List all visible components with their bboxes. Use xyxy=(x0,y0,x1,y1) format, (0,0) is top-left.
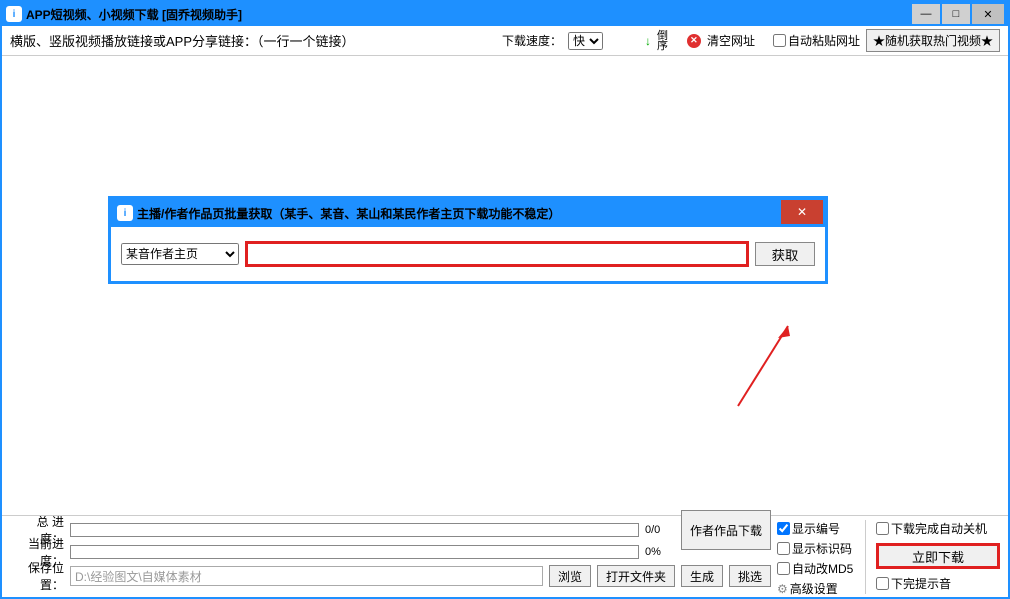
auto-paste-checkbox[interactable]: 自动粘贴网址 xyxy=(773,32,860,49)
save-path-field[interactable]: D:\经验图文\自媒体素材 xyxy=(70,566,543,586)
dialog-titlebar: i 主播/作者作品页批量获取（某手、某音、某山和某民作者主页下载功能不稳定） ✕ xyxy=(111,199,825,227)
download-now-button[interactable]: 立即下载 xyxy=(876,543,1000,569)
auto-md5-checkbox[interactable]: 自动改MD5 xyxy=(777,560,855,577)
window-title: APP短视频、小视频下载 [固乔视频助手] xyxy=(26,6,910,23)
fetch-button[interactable]: 获取 xyxy=(755,242,815,266)
dialog-body: 某音作者主页 获取 xyxy=(111,227,825,281)
save-path-label: 保存位置： xyxy=(10,559,64,593)
dialog-title: 主播/作者作品页批量获取（某手、某音、某山和某民作者主页下载功能不稳定） xyxy=(137,205,781,222)
dialog-icon: i xyxy=(117,205,133,221)
url-input[interactable] xyxy=(245,241,749,267)
options-panel: 显示编号 显示标识码 自动改MD5 ⚙高级设置 xyxy=(777,520,855,593)
toolbar: 横版、竖版视频播放链接或APP分享链接：（一行一个链接） 下载速度： 快 ↓ 倒… xyxy=(2,26,1008,56)
x-circle-icon: ✕ xyxy=(687,34,701,48)
progress-panel: 总 进 度： 0/0 作者作品下载 当前进度： 0% 保存位置： D:\经验图文… xyxy=(10,520,771,593)
total-progress-value: 0/0 xyxy=(645,524,675,536)
random-videos-button[interactable]: ★随机获取热门视频★ xyxy=(866,29,1000,52)
gear-icon: ⚙ xyxy=(777,582,788,596)
sound-after-checkbox[interactable]: 下完提示音 xyxy=(876,575,1000,592)
current-progress-bar xyxy=(70,545,639,559)
current-progress-value: 0% xyxy=(645,546,675,558)
shutdown-after-checkbox[interactable]: 下载完成自动关机 xyxy=(876,520,1000,537)
main-area: i 主播/作者作品页批量获取（某手、某音、某山和某民作者主页下载功能不稳定） ✕… xyxy=(2,56,1008,516)
bottom-panel: 总 进 度： 0/0 作者作品下载 当前进度： 0% 保存位置： D:\经验图文… xyxy=(2,516,1008,597)
app-icon: i xyxy=(6,6,22,22)
show-number-checkbox[interactable]: 显示编号 xyxy=(777,520,855,537)
author-download-button[interactable]: 作者作品下载 xyxy=(681,510,771,550)
app-window: i APP短视频、小视频下载 [固乔视频助手] — □ ✕ 横版、竖版视频播放链… xyxy=(0,0,1010,599)
clear-urls-link[interactable]: 清空网址 xyxy=(707,32,755,49)
speed-select[interactable]: 快 xyxy=(568,32,603,50)
advanced-settings-link[interactable]: ⚙高级设置 xyxy=(777,580,855,597)
arrow-down-icon: ↓ xyxy=(645,34,651,48)
dialog-close-button[interactable]: ✕ xyxy=(781,200,823,224)
titlebar: i APP短视频、小视频下载 [固乔视频助手] — □ ✕ xyxy=(2,2,1008,26)
open-folder-button[interactable]: 打开文件夹 xyxy=(597,565,675,587)
batch-fetch-dialog: i 主播/作者作品页批量获取（某手、某音、某山和某民作者主页下载功能不稳定） ✕… xyxy=(108,196,828,284)
annotation-arrow-icon xyxy=(718,316,808,416)
total-progress-bar xyxy=(70,523,639,537)
generate-button[interactable]: 生成 xyxy=(681,565,723,587)
toolbar-main-label: 横版、竖版视频播放链接或APP分享链接：（一行一个链接） xyxy=(10,31,355,50)
show-marker-checkbox[interactable]: 显示标识码 xyxy=(777,540,855,557)
pick-button[interactable]: 挑选 xyxy=(729,565,771,587)
maximize-button[interactable]: □ xyxy=(942,4,970,24)
actions-panel: 下载完成自动关机 立即下载 下完提示音 xyxy=(876,520,1000,593)
minimize-button[interactable]: — xyxy=(912,4,940,24)
close-button[interactable]: ✕ xyxy=(972,4,1004,24)
auto-paste-input[interactable] xyxy=(773,34,786,47)
divider xyxy=(865,520,866,594)
source-select[interactable]: 某音作者主页 xyxy=(121,243,239,265)
sequence-label[interactable]: 倒序 xyxy=(657,31,669,51)
speed-label: 下载速度： xyxy=(502,32,562,49)
browse-button[interactable]: 浏览 xyxy=(549,565,591,587)
